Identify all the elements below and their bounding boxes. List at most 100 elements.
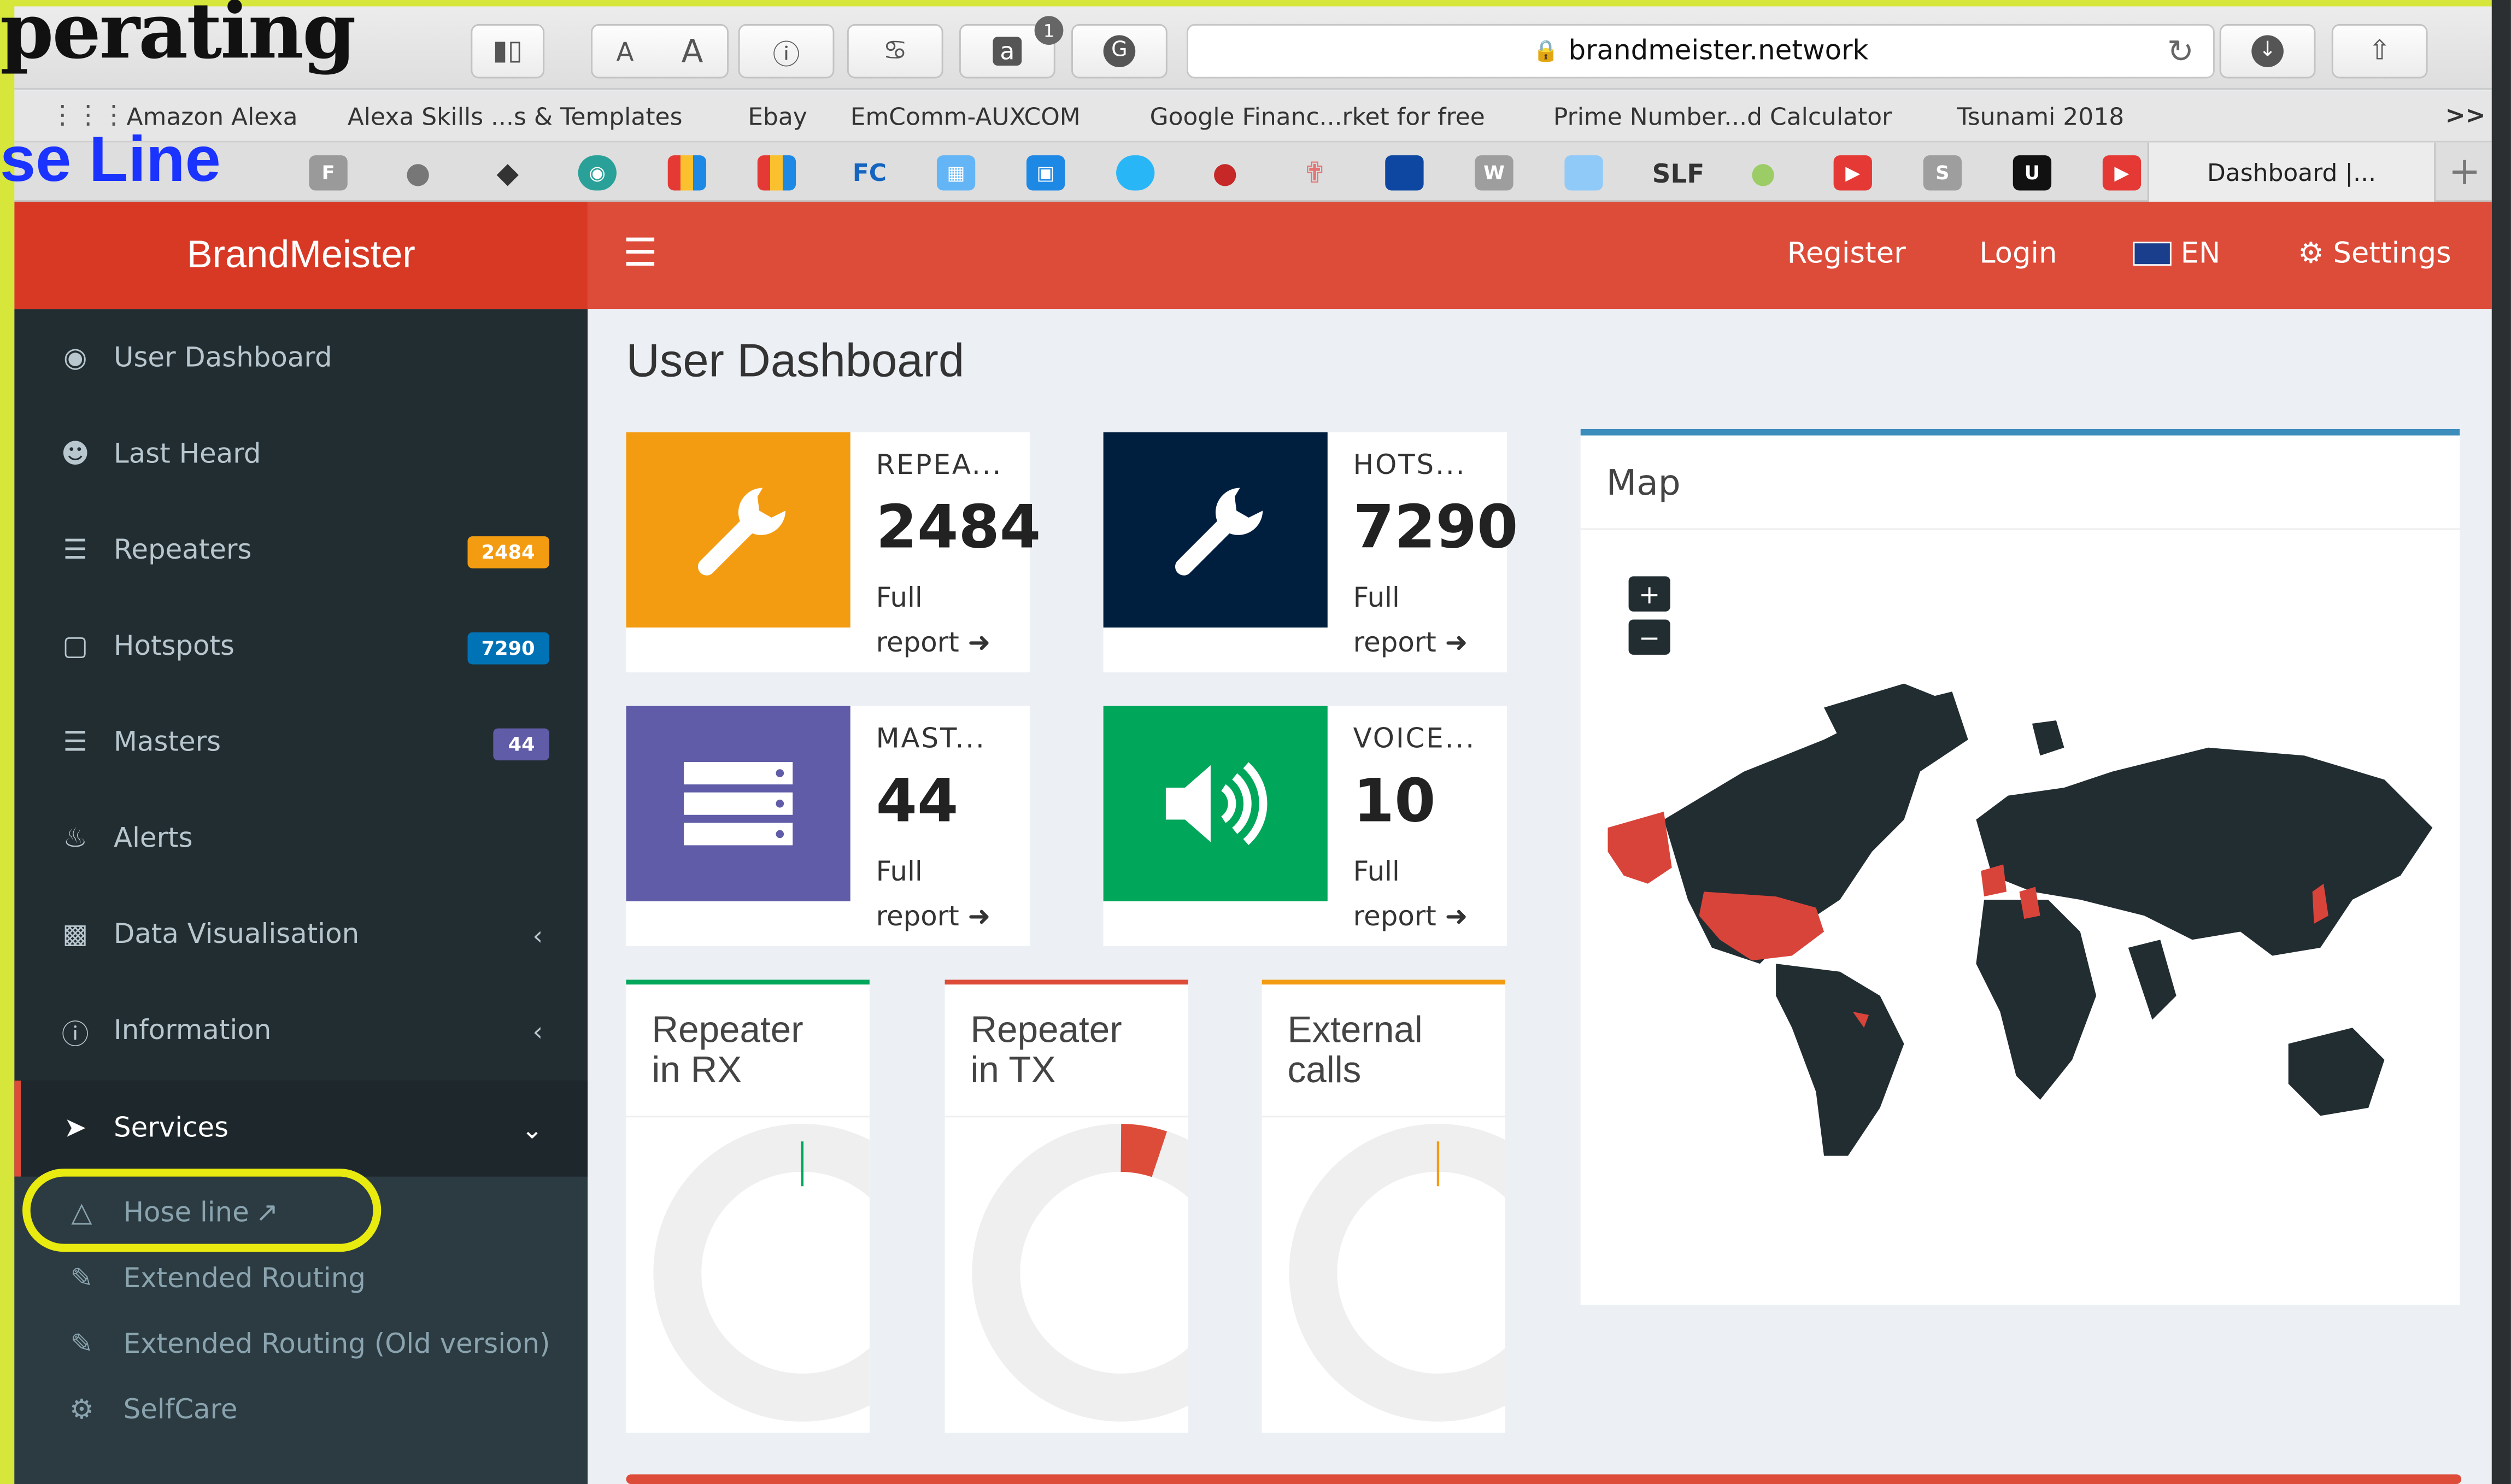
- register-link[interactable]: Register: [1787, 237, 1906, 271]
- submenu-item-extended-routing-old[interactable]: ✎ Extended Routing (Old version): [14, 1311, 588, 1377]
- globe-icon[interactable]: ◉: [578, 155, 617, 191]
- tab-favicon[interactable]: W: [1475, 155, 1513, 191]
- settings-link[interactable]: ⚙ Settings: [2298, 237, 2451, 271]
- app-icon[interactable]: ▦: [936, 155, 976, 191]
- text-size-buttons[interactable]: A A: [591, 24, 729, 79]
- sidebar-item-services[interactable]: ➤ Services ⌄: [14, 1080, 588, 1177]
- link-text: report: [876, 901, 959, 934]
- address-bar[interactable]: 🔒 brandmeister.network ↻: [1186, 24, 2215, 79]
- zoom-out-button[interactable]: −: [1628, 619, 1670, 655]
- youtube-icon[interactable]: ▶: [1833, 155, 1872, 191]
- bell-icon: ♨: [63, 823, 88, 855]
- sidebar-item-label: Masters: [114, 726, 221, 759]
- active-tab[interactable]: Dashboard |...: [2147, 142, 2436, 202]
- bookmark-link[interactable]: EmComm-AUXCOM: [850, 102, 1081, 131]
- sidebar: ◉ User Dashboard ☻ Last Heard ☰ Repeater…: [14, 309, 588, 1484]
- extension-icon[interactable]: ♋: [847, 24, 943, 79]
- donut-chart: [972, 1124, 1188, 1422]
- language-selector[interactable]: EN: [2133, 237, 2220, 271]
- link-text: report: [1353, 901, 1436, 934]
- sidebar-item-information[interactable]: ⓘ Information ‹: [14, 983, 588, 1079]
- bookmark-link[interactable]: Google Financ...rket for free: [1150, 102, 1485, 131]
- card-label: VOICE...: [1353, 723, 1476, 756]
- tab-favicon[interactable]: S: [1923, 155, 1962, 191]
- card-value: 10: [1353, 766, 1436, 836]
- tab-favicon[interactable]: FC: [844, 155, 895, 190]
- text-smaller-button[interactable]: A: [616, 36, 633, 67]
- world-map[interactable]: [1600, 676, 2440, 1172]
- tab-favicon[interactable]: U: [2013, 155, 2052, 191]
- hamburger-icon[interactable]: ☰: [623, 231, 658, 275]
- browser-toolbar: ▮▯ A A ⓘ ♋ a 1 G 🔒 brandmeister.network …: [14, 6, 2492, 90]
- info-icon[interactable]: ⓘ: [738, 24, 835, 79]
- full-report-link[interactable]: Full report ➜: [1353, 576, 1468, 666]
- arrow-circle-right-icon: ➜: [1445, 901, 1468, 934]
- app-icon[interactable]: [1116, 155, 1155, 191]
- submenu-item-selfcare[interactable]: ⚙ SelfCare: [14, 1377, 588, 1442]
- brand-logo[interactable]: BrandMeister: [14, 202, 588, 309]
- text-larger-button[interactable]: A: [681, 32, 703, 71]
- sidebar-item-last-heard[interactable]: ☻ Last Heard: [14, 407, 588, 503]
- sidebar-item-label: Alerts: [114, 823, 193, 855]
- edge-strip: [0, 0, 2511, 7]
- tab-favicon[interactable]: SLF: [1652, 155, 1705, 190]
- settings-label: Settings: [2333, 237, 2451, 271]
- card-label: MAST...: [876, 723, 986, 756]
- highlight-ellipse: [22, 1169, 382, 1252]
- submenu-item-label: Extended Routing: [123, 1262, 366, 1294]
- apple-icon[interactable]: ●: [399, 155, 437, 190]
- tv-icon[interactable]: [757, 155, 796, 191]
- sidebar-item-user-dashboard[interactable]: ◉ User Dashboard: [14, 310, 588, 407]
- sidebar-item-data-visualisation[interactable]: ▩ Data Visualisation ‹: [14, 887, 588, 983]
- raspberry-icon[interactable]: ●: [1206, 155, 1244, 190]
- briefcase-icon: ▢: [62, 630, 89, 663]
- youtube-icon[interactable]: ▶: [2102, 155, 2142, 191]
- edge-strip: [0, 0, 15, 1484]
- reload-icon[interactable]: ↻: [2167, 32, 2194, 71]
- sidebar-item-hotspots[interactable]: ▢ Hotspots 7290: [14, 599, 588, 695]
- ethereum-icon[interactable]: ◆: [489, 155, 527, 190]
- bookmark-link[interactable]: Alexa Skills ...s & Templates: [348, 102, 683, 131]
- tv-icon[interactable]: [667, 155, 707, 191]
- bookmark-link[interactable]: Tsunami 2018: [1957, 102, 2124, 131]
- wrench-icon: [697, 488, 786, 576]
- sidebar-item-alerts[interactable]: ♨ Alerts: [14, 791, 588, 887]
- app-icon[interactable]: ▣: [1026, 155, 1065, 191]
- bar-chart-icon: ▩: [62, 919, 89, 951]
- sidebar-item-repeaters[interactable]: ☰ Repeaters 2484: [14, 503, 588, 599]
- user-icon: ☻: [61, 438, 90, 471]
- bookmark-link[interactable]: Prime Number...d Calculator: [1553, 102, 1892, 131]
- new-tab-button[interactable]: +: [2449, 149, 2481, 193]
- android-icon[interactable]: ●: [1744, 155, 1782, 190]
- tab-favicon[interactable]: F: [309, 155, 348, 191]
- overlay-caption: perating: [0, 0, 356, 77]
- app-icon[interactable]: [1564, 155, 1603, 191]
- tab-title: Dashboard |...: [2207, 157, 2377, 187]
- share-icon[interactable]: ⇧: [2331, 24, 2428, 79]
- login-link[interactable]: Login: [1979, 237, 2057, 271]
- weather-channel-icon[interactable]: [1385, 155, 1424, 191]
- sidebar-item-label: Information: [114, 1014, 272, 1047]
- submenu-item-extended-routing[interactable]: ✎ Extended Routing: [14, 1246, 588, 1311]
- link-text: Full: [876, 583, 923, 615]
- top-navbar: ☰ Register Login EN ⚙ Settings: [588, 202, 2492, 309]
- rocket-icon: ➤: [63, 1112, 87, 1145]
- screenshot: ▮▯ A A ⓘ ♋ a 1 G 🔒 brandmeister.network …: [0, 0, 2511, 1484]
- full-report-link[interactable]: Full report ➜: [876, 576, 991, 666]
- download-icon[interactable]: ↓: [2219, 24, 2316, 79]
- amazon-icon[interactable]: a 1: [959, 16, 1064, 79]
- sidebar-item-masters[interactable]: ☰ Masters 44: [14, 695, 588, 791]
- count-badge: 44: [494, 728, 549, 761]
- tower-icon[interactable]: ✟: [1295, 155, 1334, 190]
- bookmarks-more-button[interactable]: >>: [2445, 101, 2486, 130]
- bookmark-link[interactable]: Ebay: [748, 102, 807, 131]
- grammarly-icon[interactable]: G: [1071, 24, 1168, 79]
- full-report-link[interactable]: Full report ➜: [1353, 850, 1468, 940]
- card-icon-tile: [626, 432, 850, 628]
- full-report-link[interactable]: Full report ➜: [876, 850, 991, 940]
- zoom-in-button[interactable]: +: [1628, 576, 1670, 612]
- sidebar-item-label: Services: [114, 1112, 229, 1145]
- sidebar-toggle-icon[interactable]: ▮▯: [471, 24, 545, 79]
- page-title: User Dashboard: [626, 336, 965, 388]
- gear-icon: ⚙: [69, 1393, 94, 1426]
